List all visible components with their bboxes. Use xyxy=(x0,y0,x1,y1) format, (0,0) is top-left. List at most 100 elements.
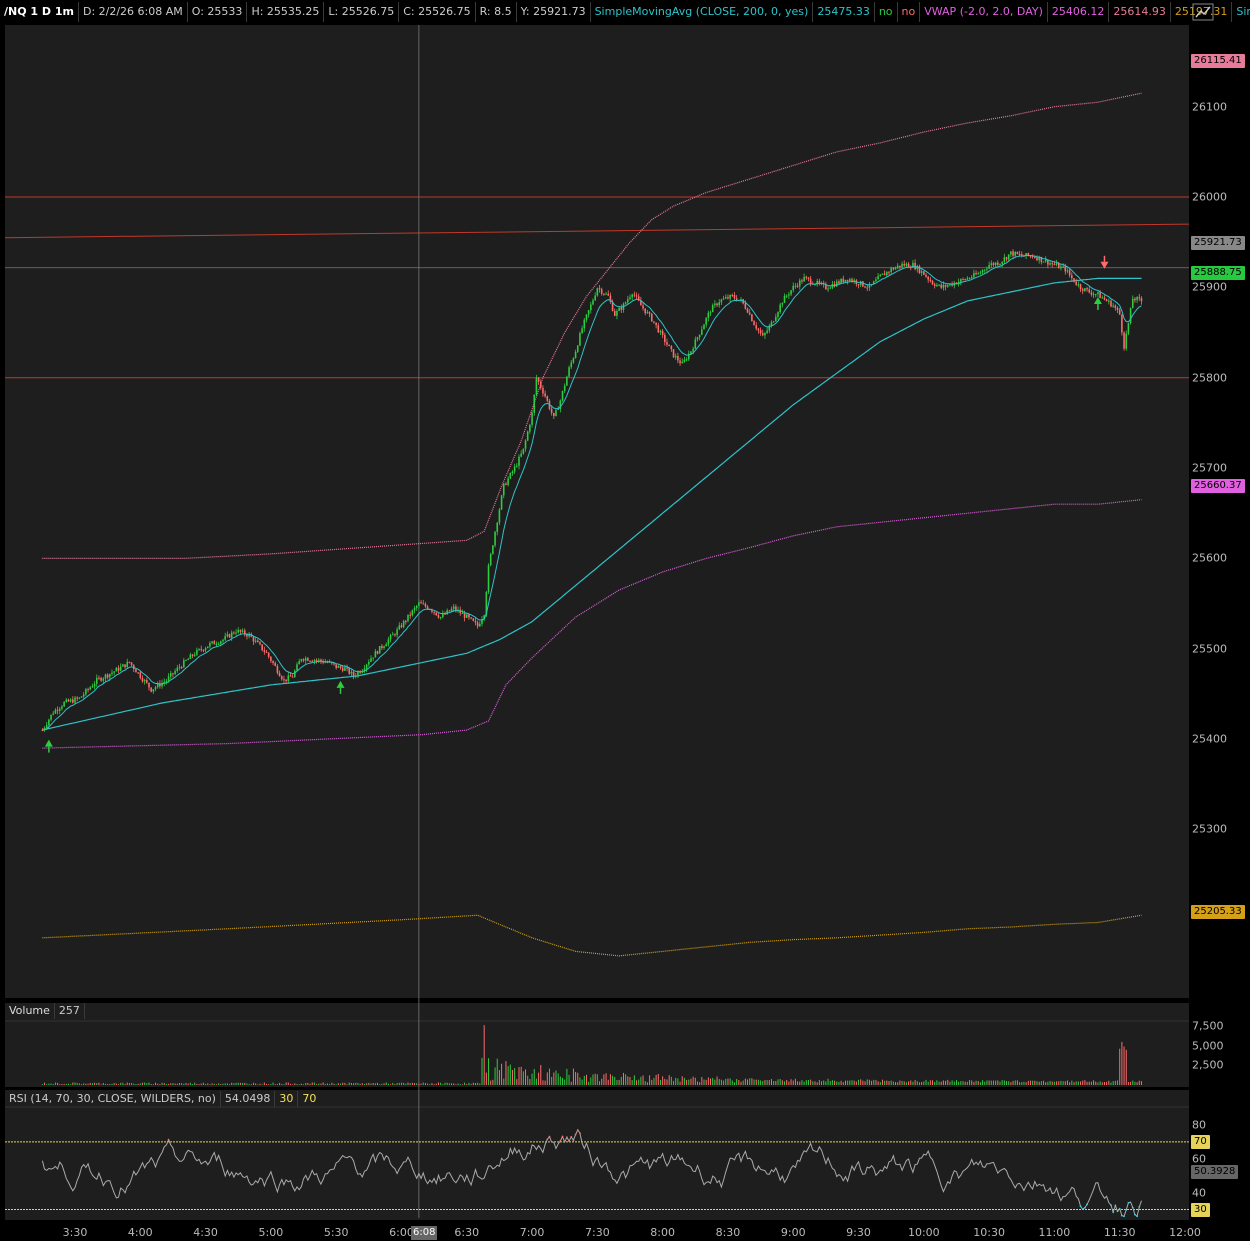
candle-body xyxy=(1053,263,1056,265)
time-tick-label: 7:30 xyxy=(584,1226,610,1239)
candle-body xyxy=(450,608,453,612)
candle-body xyxy=(1049,263,1051,265)
candle-body xyxy=(550,408,553,413)
candle-body xyxy=(217,643,220,645)
candle-body xyxy=(659,330,662,333)
price-chart[interactable] xyxy=(0,0,1250,1241)
candle-body xyxy=(222,639,224,642)
candle-body xyxy=(405,620,407,622)
candle-body xyxy=(220,641,222,644)
candle-body xyxy=(970,277,973,279)
candle-body xyxy=(644,308,647,314)
candle-body xyxy=(398,625,401,630)
rsi-overbought-point xyxy=(548,1135,551,1138)
candle-body xyxy=(365,664,368,669)
candle-body xyxy=(759,330,762,334)
candle-body xyxy=(529,424,531,432)
candle-body xyxy=(596,288,599,296)
rsi-oversold-point xyxy=(1081,1208,1084,1211)
candle-body xyxy=(309,660,311,662)
candle-body xyxy=(788,294,790,296)
candle-body xyxy=(766,330,768,333)
candle-body xyxy=(48,719,50,726)
candle-body xyxy=(185,660,187,662)
candle-body xyxy=(646,312,649,314)
candle-body xyxy=(901,263,903,268)
candle-body xyxy=(304,658,307,661)
candle-body xyxy=(1116,307,1119,310)
lower-band-price-badge: 25205.33 xyxy=(1191,905,1245,919)
candle-body xyxy=(1101,297,1104,299)
candle-body xyxy=(352,671,355,677)
candle-body xyxy=(368,661,370,665)
candle-body xyxy=(1003,257,1006,262)
candle-body xyxy=(139,672,142,678)
candle-body xyxy=(875,279,877,282)
candle-body xyxy=(354,675,357,677)
candle-body xyxy=(452,606,455,609)
candle-body xyxy=(635,295,638,297)
candle-body xyxy=(191,654,194,656)
candle-body xyxy=(583,319,586,329)
candle-body xyxy=(65,699,68,703)
candle-body xyxy=(272,661,274,664)
rsi-overbought-point xyxy=(167,1138,170,1141)
candle-body xyxy=(598,288,601,290)
candle-body xyxy=(224,636,226,640)
rsi-overbought-badge: 70 xyxy=(1191,1134,1210,1149)
candle-body xyxy=(1127,323,1130,334)
candle-body xyxy=(563,385,566,392)
candle-body xyxy=(666,342,668,345)
candle-body xyxy=(146,679,148,683)
rsi-oversold-point xyxy=(1127,1201,1130,1204)
candle-body xyxy=(93,683,96,687)
volume-label[interactable]: Volume xyxy=(5,1003,55,1019)
candle-body xyxy=(502,483,505,496)
candle-body xyxy=(886,271,888,276)
rsi-overbought-value: 70 xyxy=(302,1092,317,1105)
time-tick-label: 10:30 xyxy=(973,1226,1005,1239)
candle-body xyxy=(849,279,851,281)
candle-body xyxy=(933,284,936,287)
candle-body xyxy=(109,673,111,678)
candle-body xyxy=(1138,297,1141,299)
candle-body xyxy=(95,677,98,684)
candle-body xyxy=(964,279,966,281)
candle-body xyxy=(45,725,48,728)
candle-body xyxy=(1079,284,1082,290)
candle-body xyxy=(1075,281,1077,285)
candle-body xyxy=(56,709,59,711)
candle-body xyxy=(400,625,403,628)
candle-body xyxy=(716,303,718,306)
candle-body xyxy=(154,687,157,690)
candle-body xyxy=(137,672,139,674)
candle-body xyxy=(1094,294,1097,296)
rsi-oversold-point xyxy=(1086,1203,1088,1206)
candle-body xyxy=(383,646,385,648)
candle-body xyxy=(102,678,105,681)
candle-body xyxy=(296,664,298,671)
candle-body xyxy=(779,304,781,313)
candle-body xyxy=(263,650,266,652)
candle-body xyxy=(285,679,287,682)
candle-body xyxy=(289,675,292,677)
candle-body xyxy=(409,614,411,616)
candle-body xyxy=(685,359,688,361)
rsi-oversold-point xyxy=(1079,1205,1082,1208)
candle-body xyxy=(842,278,845,283)
price-tick-label: 25300 xyxy=(1192,822,1227,836)
candle-body xyxy=(707,312,710,319)
candle-body xyxy=(1112,305,1114,307)
candle-body xyxy=(798,280,801,287)
candle-body xyxy=(411,610,414,616)
candle-body xyxy=(1073,278,1075,282)
candle-body xyxy=(570,362,573,368)
rsi-label[interactable]: RSI (14, 70, 30, CLOSE, WILDERS, no) xyxy=(5,1091,221,1107)
candle-body xyxy=(387,639,390,645)
candle-body xyxy=(796,285,799,287)
candle-body xyxy=(840,278,842,284)
candle-body xyxy=(278,672,281,677)
candle-body xyxy=(942,284,945,288)
candle-body xyxy=(470,617,472,619)
candle-body xyxy=(1092,294,1095,296)
